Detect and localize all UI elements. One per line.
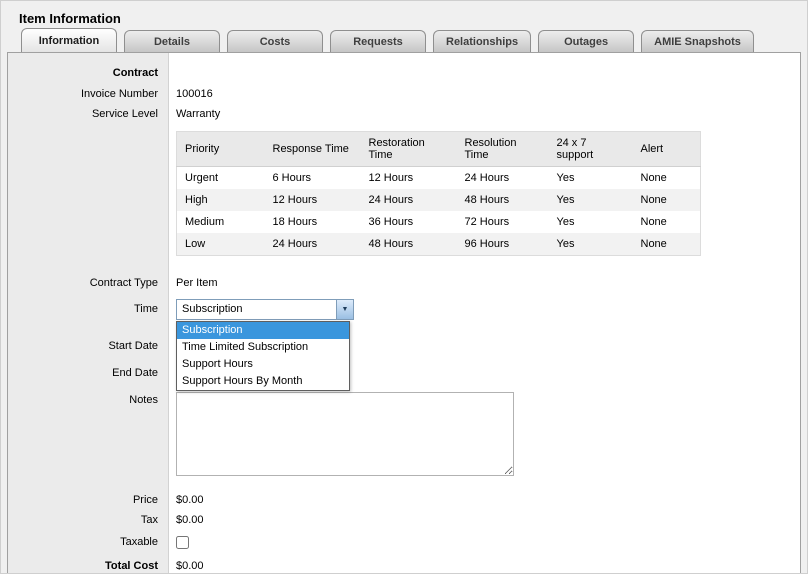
table-cell: None	[633, 167, 701, 190]
dropdown-option[interactable]: Subscription	[177, 322, 349, 339]
tab-costs[interactable]: Costs	[227, 30, 323, 52]
table-cell: 24 Hours	[265, 233, 361, 256]
tab-information[interactable]: Information	[21, 28, 117, 52]
table-cell: 12 Hours	[361, 167, 457, 190]
table-cell: High	[177, 189, 265, 211]
table-cell: Yes	[549, 233, 633, 256]
table-cell: 24 Hours	[361, 189, 457, 211]
column-header: Response Time	[265, 132, 361, 167]
table-cell: 6 Hours	[265, 167, 361, 190]
notes-label: Notes	[8, 392, 168, 406]
total-cost-value: $0.00	[168, 560, 204, 572]
contract-type-value: Per Item	[168, 277, 218, 289]
tab-amie-snapshots[interactable]: AMIE Snapshots	[641, 30, 754, 52]
time-select-value: Subscription	[177, 303, 336, 315]
table-cell: 72 Hours	[457, 211, 549, 233]
service-level-value: Warranty	[168, 108, 220, 120]
table-cell: Urgent	[177, 167, 265, 190]
page-title: Item Information	[19, 11, 121, 26]
table-cell: None	[633, 189, 701, 211]
column-header: Restoration Time	[361, 132, 457, 167]
table-cell: None	[633, 211, 701, 233]
taxable-checkbox[interactable]	[176, 536, 189, 549]
tax-value: $0.00	[168, 514, 204, 526]
table-row: Urgent 6 Hours 12 Hours 24 Hours Yes Non…	[177, 167, 701, 190]
price-value: $0.00	[168, 494, 204, 506]
sla-table: Priority Response Time Restoration Time …	[176, 131, 701, 256]
notes-textarea[interactable]	[176, 392, 514, 476]
start-date-label: Start Date	[8, 340, 168, 352]
table-row: Low 24 Hours 48 Hours 96 Hours Yes None	[177, 233, 701, 256]
table-row: Medium 18 Hours 36 Hours 72 Hours Yes No…	[177, 211, 701, 233]
content-panel: Contract Invoice Number 100016 Service L…	[7, 52, 801, 574]
table-cell: Yes	[549, 211, 633, 233]
table-header-row: Priority Response Time Restoration Time …	[177, 132, 701, 167]
total-cost-label: Total Cost	[8, 560, 168, 572]
table-cell: 36 Hours	[361, 211, 457, 233]
dropdown-option[interactable]: Time Limited Subscription	[177, 339, 349, 356]
column-header: Resolution Time	[457, 132, 549, 167]
price-label: Price	[8, 494, 168, 506]
column-header: 24 x 7 support	[549, 132, 633, 167]
taxable-label: Taxable	[8, 536, 168, 548]
column-header: Priority	[177, 132, 265, 167]
time-label: Time	[8, 303, 168, 315]
table-row: High 12 Hours 24 Hours 48 Hours Yes None	[177, 189, 701, 211]
table-cell: 48 Hours	[361, 233, 457, 256]
column-header: Alert	[633, 132, 701, 167]
time-dropdown-list: Subscription Time Limited Subscription S…	[176, 321, 350, 391]
chevron-down-icon[interactable]: ▼	[336, 300, 353, 319]
table-cell: 24 Hours	[457, 167, 549, 190]
table-cell: None	[633, 233, 701, 256]
table-cell: Yes	[549, 167, 633, 190]
contract-type-label: Contract Type	[8, 277, 168, 289]
dropdown-option[interactable]: Support Hours By Month	[177, 373, 349, 390]
dropdown-option[interactable]: Support Hours	[177, 356, 349, 373]
invoice-number-value: 100016	[168, 88, 213, 100]
table-cell: 48 Hours	[457, 189, 549, 211]
tab-details[interactable]: Details	[124, 30, 220, 52]
table-cell: Yes	[549, 189, 633, 211]
tab-outages[interactable]: Outages	[538, 30, 634, 52]
end-date-label: End Date	[8, 367, 168, 379]
titlebar: Item Information	[1, 1, 807, 28]
table-cell: Medium	[177, 211, 265, 233]
tab-bar: Information Details Costs Requests Relat…	[1, 28, 807, 52]
contract-section-label: Contract	[8, 67, 168, 79]
tab-requests[interactable]: Requests	[330, 30, 426, 52]
service-level-label: Service Level	[8, 108, 168, 120]
table-cell: 18 Hours	[265, 211, 361, 233]
tax-label: Tax	[8, 514, 168, 526]
time-select[interactable]: Subscription ▼	[176, 299, 354, 320]
table-cell: 12 Hours	[265, 189, 361, 211]
invoice-number-label: Invoice Number	[8, 88, 168, 100]
item-information-window: Item Information Information Details Cos…	[0, 0, 808, 574]
tab-relationships[interactable]: Relationships	[433, 30, 531, 52]
table-cell: Low	[177, 233, 265, 256]
table-cell: 96 Hours	[457, 233, 549, 256]
